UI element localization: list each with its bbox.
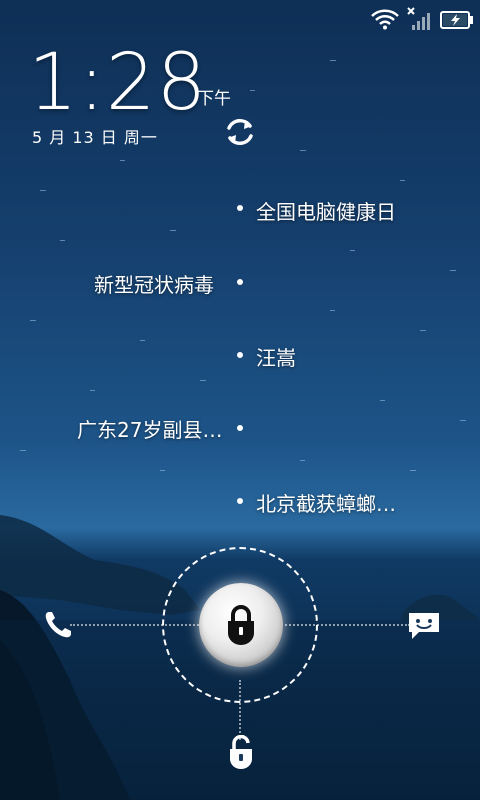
news-dot <box>237 352 243 358</box>
news-item[interactable]: 新型冠状病毒 <box>94 269 214 298</box>
phone-icon[interactable] <box>42 609 74 641</box>
news-dot <box>237 205 243 211</box>
refresh-icon[interactable] <box>222 114 258 150</box>
news-item[interactable]: 全国电脑健康日 <box>256 196 396 225</box>
lock-handle[interactable] <box>199 583 283 667</box>
wifi-icon <box>371 9 399 30</box>
unlock-icon[interactable] <box>228 735 254 769</box>
news-item[interactable]: 广东27岁副县… <box>77 414 222 443</box>
news-item[interactable]: 北京截获蟑螂… <box>256 488 396 517</box>
news-dot <box>237 498 243 504</box>
clock-period: 下午 <box>197 89 231 109</box>
status-bar <box>0 0 480 40</box>
news-dot <box>237 425 243 431</box>
signal-icon <box>407 7 430 30</box>
lock-icon <box>228 605 254 645</box>
clock-time: 1:28 <box>28 38 208 128</box>
news-dot <box>237 279 243 285</box>
date-label: 5 月 13 日 周一 <box>32 128 158 147</box>
news-item[interactable]: 汪嵩 <box>256 342 296 371</box>
battery-charging-icon <box>440 11 473 29</box>
message-icon[interactable] <box>407 610 441 642</box>
